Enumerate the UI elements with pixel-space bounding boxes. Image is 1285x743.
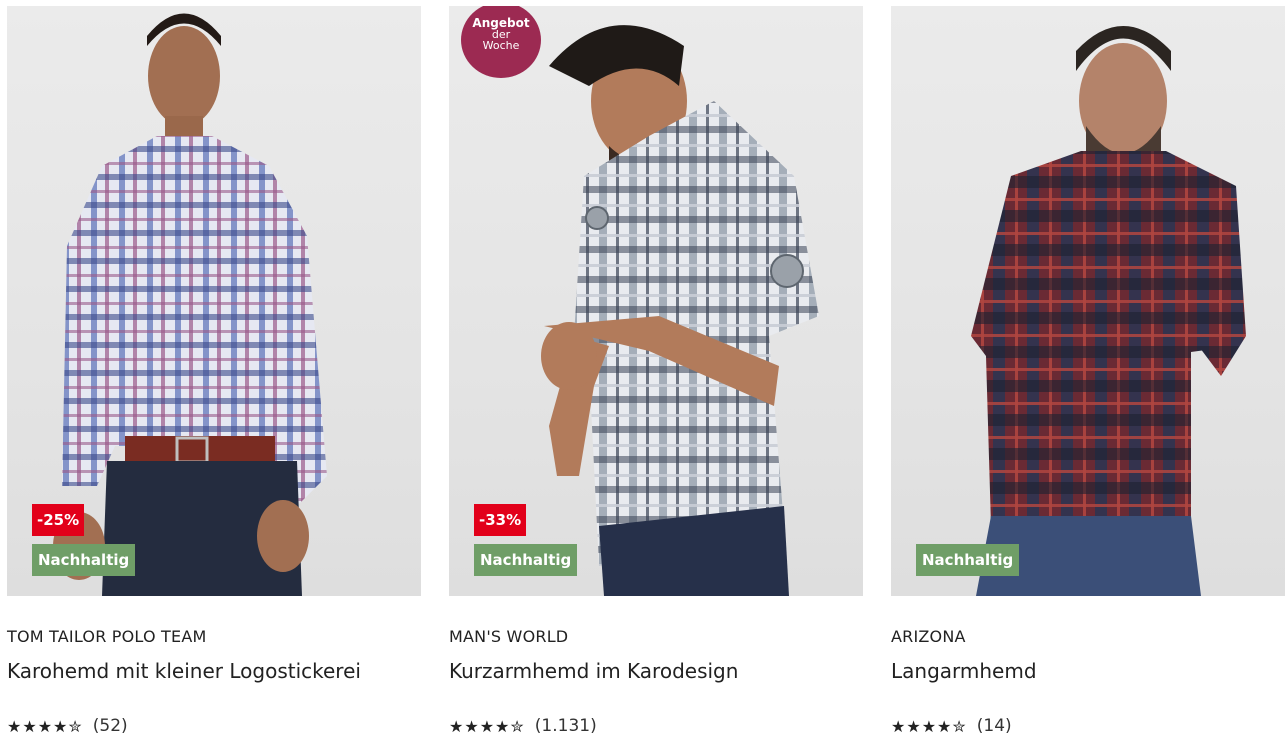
product-title[interactable]: Karohemd mit kleiner Logostickerei xyxy=(7,659,361,683)
product-image[interactable]: Nachhaltig xyxy=(891,6,1285,596)
star-rating-icon: ★★★★✮ xyxy=(891,716,967,736)
product-title[interactable]: Kurzarmhemd im Karodesign xyxy=(449,659,738,683)
product-image[interactable]: Angebot der Woche -33% Nachhaltig xyxy=(449,6,863,596)
discount-badge: -25% xyxy=(32,504,85,536)
product-rating: ★★★★✮ (1.131) xyxy=(449,716,597,736)
product-image[interactable]: -25% Nachhaltig xyxy=(7,6,421,596)
product-title[interactable]: Langarmhemd xyxy=(891,659,1037,683)
product-brand[interactable]: TOM TAILOR POLO TEAM xyxy=(7,627,207,646)
review-count: (14) xyxy=(976,716,1012,736)
star-rating-icon: ★★★★✮ xyxy=(449,716,525,736)
discount-badge: -33% xyxy=(474,504,527,536)
model-photo xyxy=(971,26,1246,596)
product-rating: ★★★★✮ (14) xyxy=(891,716,1012,736)
sustainable-badge: Nachhaltig xyxy=(916,544,1020,576)
product-grid: -25% Nachhaltig TOM TAILOR POLO TEAM Kar… xyxy=(0,0,1285,743)
sustainable-badge: Nachhaltig xyxy=(32,544,136,576)
sustainable-badge: Nachhaltig xyxy=(474,544,578,576)
offer-badge-line: Woche xyxy=(482,39,520,52)
review-count: (52) xyxy=(92,716,128,736)
product-card[interactable]: Nachhaltig ARIZONA Langarmhemd ★★★★✮ (14… xyxy=(891,0,1285,743)
review-count: (1.131) xyxy=(534,716,597,736)
star-rating-icon: ★★★★✮ xyxy=(7,716,83,736)
product-brand[interactable]: MAN'S WORLD xyxy=(449,627,568,646)
product-brand[interactable]: ARIZONA xyxy=(891,627,966,646)
product-card[interactable]: -25% Nachhaltig TOM TAILOR POLO TEAM Kar… xyxy=(7,0,421,743)
product-rating: ★★★★✮ (52) xyxy=(7,716,128,736)
product-card[interactable]: Angebot der Woche -33% Nachhaltig MAN'S … xyxy=(449,0,863,743)
